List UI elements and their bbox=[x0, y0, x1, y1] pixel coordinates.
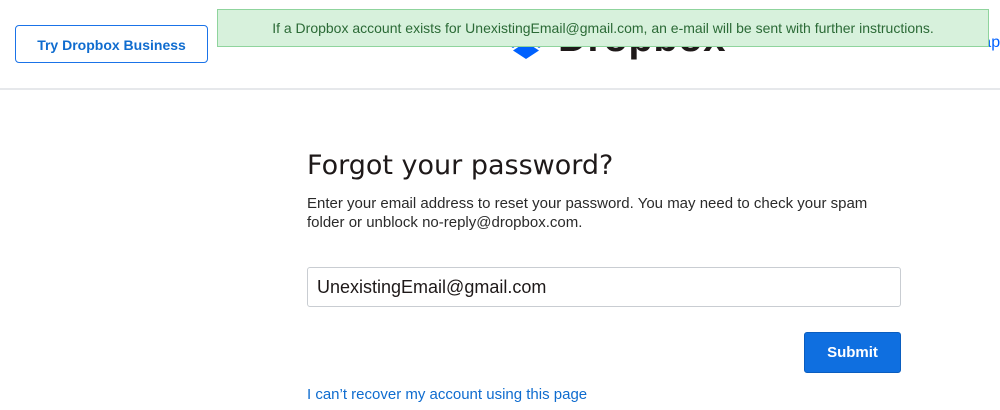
info-notification-banner: If a Dropbox account exists for Unexisti… bbox=[217, 9, 989, 47]
submit-button[interactable]: Submit bbox=[804, 332, 901, 373]
try-dropbox-business-button[interactable]: Try Dropbox Business bbox=[15, 25, 208, 63]
email-field[interactable] bbox=[307, 267, 901, 307]
forgot-password-form: Forgot your password? Enter your email a… bbox=[307, 140, 901, 403]
cant-recover-account-link[interactable]: I can’t recover my account using this pa… bbox=[307, 386, 587, 403]
instructions-text: Enter your email address to reset your p… bbox=[307, 195, 868, 231]
page-title: Forgot your password? bbox=[307, 150, 614, 181]
